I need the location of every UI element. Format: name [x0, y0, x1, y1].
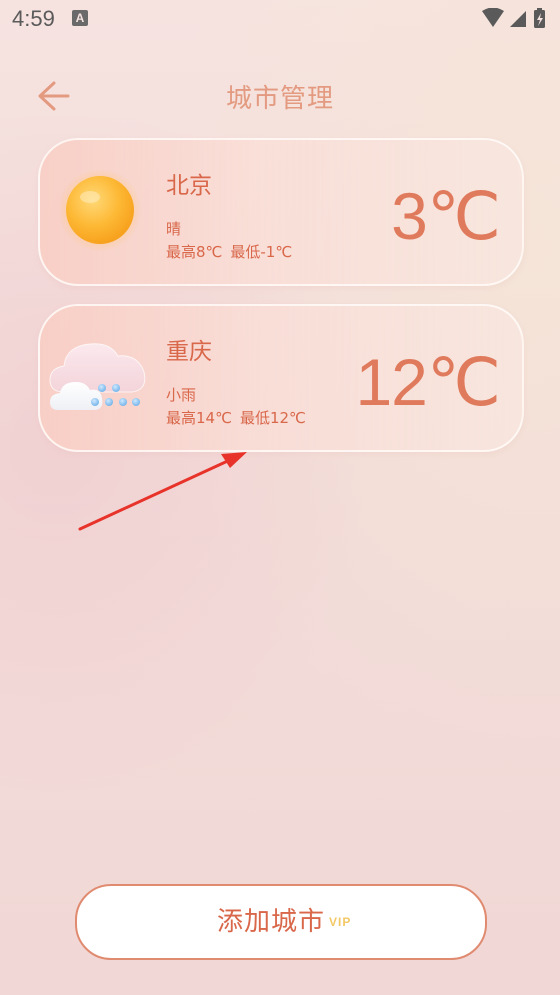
add-city-text: 添加城市 — [216, 907, 325, 937]
city-name: 重庆 — [166, 339, 212, 365]
signal-icon — [510, 11, 526, 27]
weather-description: 小雨 — [166, 386, 197, 404]
current-temperature: 12℃ — [355, 345, 501, 419]
wifi-icon — [482, 8, 504, 27]
weather-description: 晴 — [166, 220, 182, 238]
status-time: 4:59 — [12, 6, 55, 31]
vip-badge: VIP — [329, 915, 352, 929]
status-icons — [480, 8, 550, 30]
a-letter-icon-glyph: A — [75, 11, 85, 25]
sun-icon — [60, 170, 142, 252]
add-city-button[interactable]: 添加城市 VIP — [75, 884, 487, 960]
temp-range: 最高14℃ 最低12℃ — [166, 407, 306, 428]
battery-charging-icon — [534, 8, 545, 28]
temp-range: 最高8℃ 最低-1℃ — [166, 241, 292, 262]
cloud-rain-icon — [49, 343, 146, 410]
temp-high: 最高14℃ — [166, 409, 232, 427]
city-card-beijing[interactable]: 北京 晴 最高8℃ 最低-1℃ 3℃ — [38, 138, 524, 286]
temp-low: 最低-1℃ — [230, 243, 293, 261]
temp-high: 最高8℃ — [166, 243, 223, 261]
temp-low: 最低12℃ — [239, 409, 306, 427]
page-title: 城市管理 — [225, 84, 334, 114]
current-temperature: 3℃ — [391, 179, 501, 253]
status-bar: 4:59 A — [0, 0, 560, 38]
a-letter-icon: A — [72, 10, 88, 26]
add-city-label: 添加城市 — [77, 886, 485, 958]
city-name: 北京 — [166, 173, 212, 199]
city-card-chongqing[interactable]: 重庆 小雨 最高14℃ 最低12℃ 12℃ — [38, 304, 524, 452]
